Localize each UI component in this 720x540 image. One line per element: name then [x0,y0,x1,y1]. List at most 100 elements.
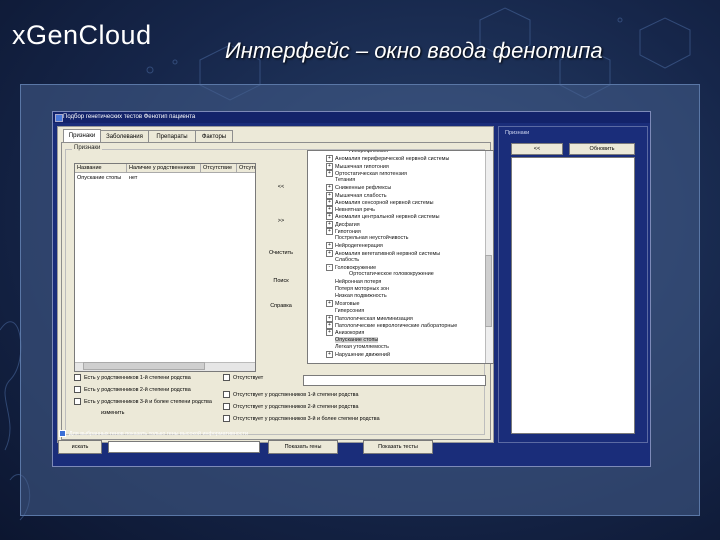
help-button[interactable]: Справка [266,303,296,309]
expand-toggle-icon[interactable]: + [326,184,333,192]
tab-label: Признаки [68,133,96,139]
tree-item[interactable]: + Нарушение движений [326,351,390,358]
expand-toggle-icon[interactable]: + [326,169,333,177]
tree-item-label: Низкая подвижность [335,293,387,299]
check-relatives-3[interactable]: Есть у родственников 3-й и более степени… [74,398,212,406]
find-button[interactable]: искать [58,440,102,454]
tree-item[interactable]: + Нейродегенерация [326,242,383,250]
checkbox[interactable] [74,374,81,381]
tree-item[interactable]: Тетания [326,177,355,184]
expand-toggle-icon[interactable]: + [326,206,333,213]
checkbox[interactable] [223,415,230,422]
phenotype-tree[interactable]: Гипорефлексия + Аномалия периферической не… [307,150,494,364]
tree-item-label: Ортостатическая гипотензия [335,170,407,177]
tree-item[interactable]: + Патологическая миелинизация [326,314,413,322]
show-genes-button[interactable]: Показать гены [268,440,338,454]
tree-item[interactable]: Опускание стопы [326,336,379,344]
expand-toggle-icon[interactable]: + [326,314,333,322]
check-label: Отсутствует у родственников 2-й степени … [233,403,359,410]
search-button[interactable]: Поиск [266,278,296,284]
table-cell[interactable]: Опускание стопы [77,174,121,182]
show-tests-button[interactable]: Показать тесты [363,440,433,454]
move-right-button[interactable]: >> [266,218,296,224]
expand-toggle-icon[interactable]: + [326,329,333,337]
result-list[interactable] [511,157,635,434]
tree-filter-field[interactable] [303,375,486,386]
tree-item[interactable]: + Аномалия сенсорной нервной системы [326,198,433,206]
tree-item-label: Гипотония [335,228,361,235]
checkbox[interactable] [223,391,230,398]
expand-toggle-icon[interactable]: + [326,213,333,221]
table-cell[interactable]: нет [129,174,137,182]
check-absent[interactable]: Отсутствует [223,374,263,382]
search-input[interactable] [108,441,260,453]
expand-toggle-icon[interactable]: - [326,264,333,271]
expand-toggle-icon[interactable]: + [326,242,333,250]
high-informativity-check[interactable]: Для выбранных генов показать только гены… [59,430,248,437]
tree-item[interactable]: Пострельная неустойчивость [326,235,408,242]
expand-toggle-icon[interactable]: + [326,322,333,329]
expand-toggle-icon[interactable]: + [326,191,333,199]
clear-button[interactable]: Очистить [266,250,296,256]
expand-toggle-icon[interactable]: + [326,220,333,228]
col-header-name[interactable]: Название [75,164,127,173]
col-header-absent2[interactable]: Отсутств [237,164,255,173]
check-label: Для выбранных генов показать только гены… [69,430,248,437]
check-relatives-1[interactable]: Есть у родственников 1-й степени родства [74,374,191,382]
selected-features-table[interactable]: Название Наличие у родственников Отсутст… [74,163,256,372]
tree-item[interactable]: + Мышечная гипотония [326,162,389,170]
checkbox[interactable] [223,403,230,410]
checkbox[interactable] [74,386,81,393]
tree-item[interactable]: + Патологические неврологические лаборато… [326,322,457,329]
refresh-button[interactable]: Обновить [569,143,635,155]
horizontal-scrollbar[interactable] [75,362,255,371]
scroll-thumb[interactable] [485,255,492,327]
tree-item[interactable]: + Аномалия периферической нервной системы [326,155,449,163]
tree-item[interactable]: + Мышечная слабость [326,191,387,199]
tree-item[interactable]: + Анизокория [326,329,365,337]
tree-item[interactable]: + Невнятная речь [326,206,375,213]
move-left-button[interactable]: << [266,184,296,190]
tree-item[interactable]: + Аномалия центральной нервной системы [326,213,439,221]
tree-item[interactable]: Ортостатическое головокружение [340,271,434,278]
expand-toggle-icon[interactable]: + [326,351,333,358]
check-absent-3[interactable]: Отсутствует у родственников 3-й и более … [223,415,380,423]
vertical-scrollbar[interactable] [485,151,493,363]
tree-item[interactable]: Низкая подвижность [326,293,387,300]
checkbox[interactable] [223,374,230,381]
tree-item[interactable]: + Гипотония [326,227,361,235]
tree-item-label: Невнятная речь [335,206,375,213]
tab-features[interactable]: Признаки [63,129,101,143]
change-link[interactable]: изменить [101,410,124,416]
check-absent-2[interactable]: Отсутствует у родственников 2-й степени … [223,403,358,411]
tree-item[interactable]: + Ортостатическая гипотензия [326,169,407,177]
tree-item[interactable]: + Мозговые [326,300,360,308]
check-absent-1[interactable]: Отсутствует у родственников 1-й степени … [223,391,358,399]
tree-item[interactable]: Нейронная потеря [326,279,381,286]
tree-item[interactable]: - Головокружение [326,264,376,271]
expand-toggle-icon[interactable]: + [326,227,333,235]
tree-item[interactable]: Слабость [326,257,359,264]
expand-toggle-icon[interactable]: + [326,198,333,206]
checkbox[interactable] [59,430,66,437]
expand-toggle-icon[interactable]: + [326,249,333,257]
back-button[interactable]: << [511,143,563,155]
tree-item-label: Патологическая миелинизация [335,315,413,322]
expand-toggle-icon[interactable]: + [326,300,333,308]
col-header-relatives[interactable]: Наличие у родственников [127,164,201,173]
tree-item[interactable]: Легкая утомляемость [326,344,389,351]
col-header-absent[interactable]: Отсутствие [201,164,237,173]
tree-item[interactable]: + Дисфагия [326,220,360,228]
scroll-thumb[interactable] [83,362,205,370]
tree-item-label: Патологические неврологические лаборатор… [335,322,458,329]
check-relatives-2[interactable]: Есть у родственников 2-й степени родства [74,386,191,394]
tree-item[interactable]: + Аномалия вегетативной нервной системы [326,249,440,257]
tree-item[interactable]: Потеря моторных зон [326,286,389,293]
tree-item[interactable]: Гиперсония [326,308,364,315]
expand-toggle-icon[interactable]: + [326,155,333,163]
expand-toggle-icon[interactable]: + [326,162,333,170]
tree-item-label: Анизокория [335,330,365,337]
logo-gen: Gen [26,20,79,50]
checkbox[interactable] [74,398,81,405]
tree-item[interactable]: + Сниженные рефлексы [326,184,391,192]
